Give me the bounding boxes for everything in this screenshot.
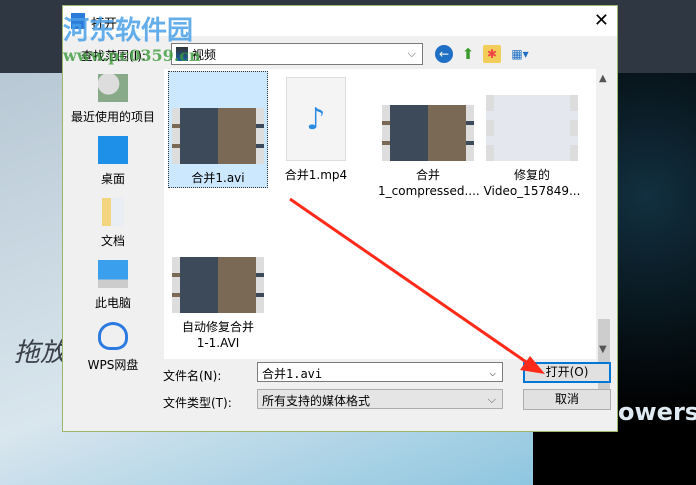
filename-value: 合并1.avi	[262, 367, 323, 381]
filename-label: 文件名(N):	[163, 369, 222, 383]
recent-icon	[98, 74, 128, 102]
filetype-label: 文件类型(T):	[163, 396, 232, 410]
open-button[interactable]: 打开(O)	[523, 362, 611, 383]
drop-hint-text: 拖放	[14, 338, 67, 368]
open-file-dialog: 打开 ✕ 查找范围(I): 视频 ⌵ ← ⬆ ✱ ▦▾ 最近使用的项目 桌面 文…	[62, 5, 618, 432]
filetype-select[interactable]: 所有支持的媒体格式 ⌵	[257, 389, 503, 409]
file-name: 合并1.mp4	[284, 168, 348, 182]
file-item[interactable]: 合并 1_compressed....	[378, 105, 480, 199]
vertical-scrollbar[interactable]: ▲ ▼	[596, 69, 612, 397]
cloud-icon	[98, 322, 128, 350]
file-item[interactable]: 修复的 Video_157849...	[482, 95, 582, 199]
scrollbar-thumb[interactable]	[598, 319, 610, 397]
file-name: 合并 1_compressed....	[378, 168, 480, 198]
video-thumbnail	[172, 108, 264, 164]
places-sidebar: 最近使用的项目 桌面 文档 此电脑 WPS网盘	[66, 69, 160, 372]
back-icon[interactable]: ←	[435, 45, 453, 63]
sidebar-item-documents[interactable]: 文档	[66, 193, 160, 255]
cancel-button[interactable]: 取消	[523, 389, 611, 410]
video-thumbnail	[172, 257, 264, 313]
video-thumbnail	[382, 105, 474, 161]
audio-video-file-icon: ♪	[286, 77, 346, 161]
new-folder-icon[interactable]: ✱	[483, 45, 501, 63]
scroll-down-icon[interactable]: ▼	[599, 344, 607, 355]
sidebar-item-label: WPS网盘	[87, 358, 139, 372]
scroll-up-icon[interactable]: ▲	[599, 73, 607, 84]
documents-icon	[102, 198, 124, 226]
sidebar-item-desktop[interactable]: 桌面	[66, 131, 160, 193]
sidebar-item-label: 文档	[100, 234, 125, 248]
filetype-value: 所有支持的媒体格式	[262, 394, 371, 408]
sidebar-item-label: 此电脑	[94, 296, 131, 310]
file-item[interactable]: ♪ 合并1.mp4	[266, 77, 366, 183]
sidebar-item-computer[interactable]: 此电脑	[66, 255, 160, 317]
view-menu-icon[interactable]: ▦▾	[507, 45, 533, 63]
file-list: 合并1.avi ♪ 合并1.mp4 合并 1_compressed.... 修复…	[164, 69, 612, 397]
sidebar-item-wps-cloud[interactable]: WPS网盘	[66, 317, 160, 379]
sidebar-item-label: 桌面	[100, 172, 125, 186]
close-icon[interactable]: ✕	[594, 10, 609, 31]
video-thumbnail	[486, 95, 578, 161]
file-name: 合并1.avi	[191, 171, 245, 185]
chevron-down-icon[interactable]: ⌵	[489, 366, 496, 379]
up-folder-icon[interactable]: ⬆	[459, 45, 477, 63]
chevron-down-icon: ⌵	[487, 393, 496, 406]
file-name: 修复的 Video_157849...	[483, 168, 581, 198]
desktop-icon	[98, 136, 128, 164]
file-name: 自动修复合并 1-1.AVI	[181, 320, 254, 350]
computer-icon	[98, 260, 128, 288]
file-item[interactable]: 合并1.avi	[168, 71, 268, 188]
chevron-down-icon: ⌵	[407, 47, 416, 60]
lookin-dropdown[interactable]: 视频 ⌵	[171, 43, 423, 65]
file-item[interactable]: 自动修复合并 1-1.AVI	[168, 257, 268, 351]
sidebar-item-recent[interactable]: 最近使用的项目	[66, 69, 160, 131]
sidebar-item-label: 最近使用的项目	[70, 110, 155, 124]
filename-input[interactable]: 合并1.avi ⌵	[257, 362, 503, 382]
watermark-url: www.pc0359.cn	[63, 46, 201, 65]
brand-text: owerso	[618, 398, 696, 426]
watermark-logo: 河东软件园	[63, 16, 194, 46]
